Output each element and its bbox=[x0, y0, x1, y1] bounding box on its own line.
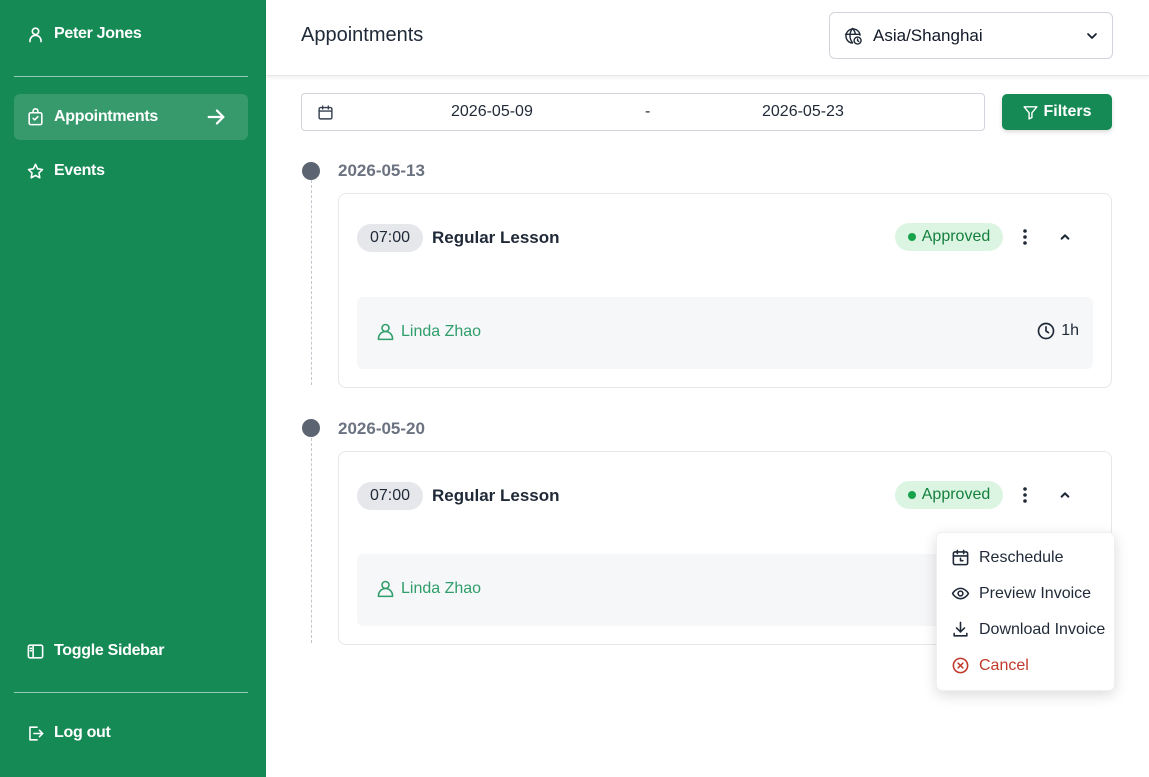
sidebar-panel-icon bbox=[27, 643, 44, 659]
timeline-connector bbox=[311, 180, 312, 385]
arrow-right-icon bbox=[207, 109, 225, 125]
sidebar: Peter Jones Appointments Events Toggle S… bbox=[0, 0, 266, 777]
chevron-up-icon[interactable] bbox=[1055, 485, 1075, 505]
x-circle-icon bbox=[952, 657, 969, 674]
chevron-down-icon bbox=[1087, 32, 1097, 39]
filter-icon bbox=[1023, 105, 1039, 120]
menu-item-label: Download Invoice bbox=[979, 620, 1106, 638]
teacher-link[interactable]: Linda Zhao bbox=[375, 578, 481, 599]
logout-button[interactable]: Log out bbox=[14, 710, 248, 756]
date-start[interactable]: 2026-05-09 bbox=[451, 103, 533, 121]
teacher-name: Linda Zhao bbox=[401, 322, 482, 340]
user-icon bbox=[377, 323, 394, 341]
sidebar-item-events[interactable]: Events bbox=[14, 148, 248, 194]
appointment-title: Regular Lesson bbox=[432, 228, 560, 247]
status-badge: Approved bbox=[895, 481, 1003, 509]
star-icon bbox=[27, 163, 44, 179]
timezone-value: Asia/Shanghai bbox=[873, 25, 983, 45]
filters-button[interactable]: Filters bbox=[1002, 94, 1112, 130]
user-icon bbox=[29, 26, 42, 42]
toggle-sidebar-label: Toggle Sidebar bbox=[54, 642, 165, 659]
time-badge: 07:00 bbox=[357, 482, 423, 510]
clock-icon bbox=[1037, 322, 1055, 340]
menu-item-preview-invoice[interactable]: Preview Invoice bbox=[951, 584, 1091, 603]
eye-icon bbox=[951, 587, 970, 600]
menu-item-reschedule[interactable]: Reschedule bbox=[951, 548, 1064, 567]
status-label: Approved bbox=[921, 486, 991, 503]
menu-item-label: Cancel bbox=[979, 656, 1029, 674]
date-end[interactable]: 2026-05-23 bbox=[762, 103, 844, 121]
filters-label: Filters bbox=[1043, 103, 1092, 120]
menu-item-label: Preview Invoice bbox=[979, 584, 1092, 602]
sidebar-item-label: Appointments bbox=[54, 108, 158, 125]
timeline-dot bbox=[302, 419, 320, 437]
calendar-icon bbox=[318, 105, 333, 120]
menu-item-download-invoice[interactable]: Download Invoice bbox=[951, 620, 1105, 639]
sidebar-item-label: Events bbox=[54, 162, 105, 179]
sidebar-item-appointments[interactable]: Appointments bbox=[14, 94, 248, 140]
teacher-name: Linda Zhao bbox=[401, 579, 482, 597]
calendar-bag-icon bbox=[28, 107, 43, 125]
timeline-dot bbox=[302, 162, 320, 180]
page-title: Appointments bbox=[301, 24, 424, 46]
user-profile[interactable]: Peter Jones bbox=[14, 11, 248, 57]
timeline-connector bbox=[311, 438, 312, 643]
more-options-icon[interactable] bbox=[1015, 225, 1035, 249]
appointment-card: 07:00 Regular Lesson Approved Linda Zhao… bbox=[338, 193, 1112, 388]
logout-icon bbox=[29, 725, 44, 741]
appointment-details: Linda Zhao 1h bbox=[357, 297, 1093, 369]
calendar-clock-icon bbox=[952, 549, 969, 566]
toggle-sidebar-button[interactable]: Toggle Sidebar bbox=[14, 628, 248, 674]
more-options-icon[interactable] bbox=[1015, 483, 1035, 507]
globe-clock-icon bbox=[844, 27, 862, 45]
user-icon bbox=[377, 580, 394, 598]
appointment-actions-menu: Reschedule Preview Invoice Download Invo… bbox=[936, 532, 1115, 691]
duration: 1h bbox=[1036, 321, 1079, 341]
download-icon bbox=[953, 621, 968, 637]
status-dot-icon bbox=[907, 233, 916, 241]
date-separator: - bbox=[645, 103, 651, 120]
logout-label: Log out bbox=[54, 724, 111, 741]
time-badge: 07:00 bbox=[357, 224, 423, 252]
menu-item-cancel[interactable]: Cancel bbox=[951, 656, 1029, 675]
status-dot-icon bbox=[907, 491, 916, 499]
sidebar-divider bbox=[14, 76, 248, 77]
appointment-title: Regular Lesson bbox=[432, 486, 560, 505]
timezone-select[interactable]: Asia/Shanghai bbox=[829, 12, 1113, 59]
sidebar-divider bbox=[14, 692, 248, 693]
chevron-up-icon[interactable] bbox=[1055, 227, 1075, 247]
date-range-picker[interactable]: 2026-05-09 - 2026-05-23 bbox=[301, 93, 985, 131]
timeline-date: 2026-05-20 bbox=[338, 419, 425, 438]
teacher-link[interactable]: Linda Zhao bbox=[375, 321, 481, 342]
user-name: Peter Jones bbox=[54, 25, 142, 42]
menu-item-label: Reschedule bbox=[979, 548, 1064, 566]
status-badge: Approved bbox=[895, 223, 1003, 251]
status-label: Approved bbox=[921, 228, 991, 245]
duration-value: 1h bbox=[1061, 322, 1079, 339]
page-header: Appointments Asia/Shanghai bbox=[266, 0, 1149, 76]
timeline-date: 2026-05-13 bbox=[338, 161, 425, 180]
